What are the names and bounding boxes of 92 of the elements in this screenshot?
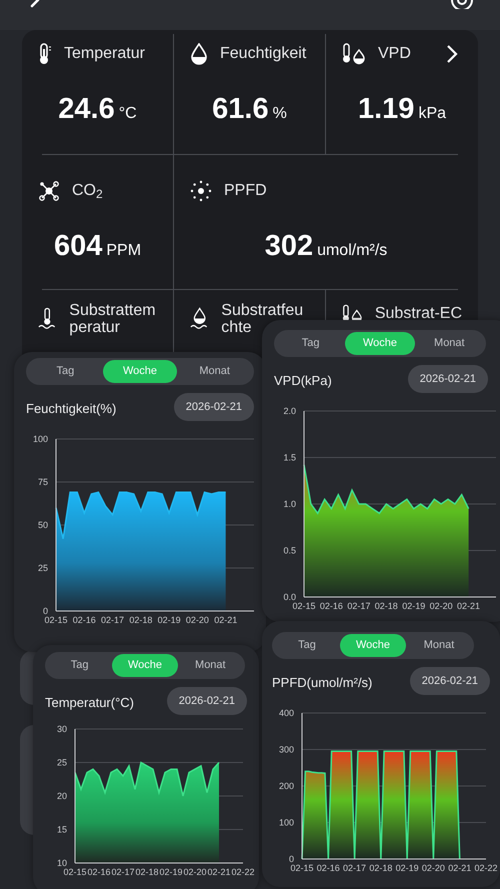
- sensor-value: 604: [54, 229, 102, 264]
- water-drop-icon: [190, 43, 208, 65]
- axis-tick-label: 100: [32, 434, 48, 444]
- unit-label: PPM: [106, 241, 142, 261]
- thermometer-waves-icon: [38, 306, 58, 332]
- period-tab[interactable]: Monat: [414, 332, 484, 355]
- axis-tick-label: 25: [56, 758, 67, 768]
- axis-tick-label: 50: [38, 520, 48, 530]
- axis-tick-label: 02-16: [72, 615, 96, 625]
- period-tab[interactable]: Monat: [178, 654, 243, 677]
- chart-title: Feuchtigkeit(%): [26, 400, 116, 418]
- axis-tick-label: 1.5: [283, 452, 296, 462]
- axis-tick-label: 02-22: [231, 867, 255, 877]
- sensor-value: 302: [264, 229, 314, 264]
- axis-tick-label: 02-15: [63, 867, 87, 877]
- axis-tick-label: 02-18: [135, 867, 159, 877]
- unit-label: kPa: [418, 104, 446, 124]
- axis-tick-label: 300: [278, 744, 294, 754]
- axis-tick-label: 02-15: [292, 601, 316, 611]
- axis-tick-label: 02-21: [207, 867, 231, 877]
- axis-tick-label: 400: [278, 708, 294, 718]
- settings-icon[interactable]: [450, 0, 474, 9]
- date-picker[interactable]: 2026-02-21: [174, 393, 254, 421]
- axis-tick-label: 02-20: [186, 615, 209, 625]
- axis-tick-label: 75: [38, 477, 48, 487]
- axis-tick-label: 02-19: [159, 867, 183, 877]
- sensor-label: PPFD: [224, 181, 267, 201]
- unit-label: %: [272, 104, 287, 124]
- sensor-label: Substrat-EC: [374, 304, 462, 324]
- chart-title: VPD(kPa): [274, 372, 332, 390]
- back-icon[interactable]: [28, 0, 40, 8]
- axis-tick-label: 02-18: [129, 615, 152, 625]
- chart-title: PPFD(umol/m²/s): [272, 674, 372, 692]
- axis-tick-label: 100: [278, 818, 294, 828]
- axis-tick-label: 10: [56, 858, 67, 868]
- axis-tick-label: 02-15: [290, 863, 314, 873]
- axis-tick-label: 02-22: [474, 863, 498, 873]
- sensor-value: 1.19: [358, 92, 414, 127]
- period-tab[interactable]: Tag: [47, 654, 112, 677]
- axis-tick-label: 02-21: [448, 863, 472, 873]
- axis-tick-label: 02-15: [44, 615, 68, 625]
- axis-tick-label: 30: [56, 724, 67, 734]
- thermometer-drop-icon: [342, 43, 366, 65]
- axis-tick-label: 02-19: [402, 601, 426, 611]
- axis-tick-label: 0: [42, 606, 48, 616]
- axis-tick-label: 0: [288, 854, 294, 864]
- drop-waves-icon: [190, 306, 210, 332]
- axis-tick-label: 02-17: [111, 867, 135, 877]
- molecule-icon: [38, 180, 60, 202]
- chart-title: Temperatur(°C): [45, 694, 134, 712]
- axis-tick-label: 02-17: [347, 601, 370, 611]
- axis-tick-label: 02-19: [396, 863, 419, 873]
- period-tab[interactable]: Tag: [28, 360, 103, 383]
- period-tab[interactable]: Monat: [177, 360, 252, 383]
- axis-tick-label: 02-20: [430, 601, 453, 611]
- period-tab[interactable]: Monat: [406, 634, 472, 657]
- axis-tick-label: 20: [56, 791, 67, 801]
- axis-tick-label: 15: [56, 824, 67, 834]
- axis-tick-label: 02-18: [369, 863, 392, 873]
- unit-label: umol/m²/s: [317, 241, 388, 261]
- axis-tick-label: 02-21: [214, 615, 238, 625]
- sensor-label: CO$_{2}$: [72, 181, 103, 203]
- axis-tick-label: 25: [38, 563, 48, 573]
- chevron-right-icon[interactable]: [446, 44, 458, 64]
- thermometer-icon: [38, 43, 52, 65]
- axis-tick-label: 02-20: [422, 863, 445, 873]
- axis-tick-label: 02-18: [374, 601, 398, 611]
- axis-tick-label: 02-17: [343, 863, 366, 873]
- axis-tick-label: 02-21: [457, 601, 480, 611]
- period-tab[interactable]: Tag: [274, 634, 340, 657]
- sensor-label: Substrattemperatur: [69, 302, 157, 336]
- axis-tick-label: 200: [278, 781, 294, 791]
- sensor-value: 24.6: [58, 92, 115, 127]
- unit-label: °C: [118, 104, 137, 124]
- axis-tick-label: 02-19: [158, 615, 181, 625]
- date-picker[interactable]: 2026-02-21: [408, 365, 488, 393]
- sensor-label: Feuchtigkeit: [220, 44, 306, 64]
- sensor-label: VPD: [378, 44, 411, 64]
- axis-tick-label: 1.0: [283, 499, 296, 509]
- axis-tick-label: 02-17: [101, 615, 124, 625]
- axis-tick-label: 02-20: [183, 867, 207, 877]
- date-picker[interactable]: 2026-02-21: [166, 687, 247, 715]
- sensor-label: Temperatur: [64, 44, 145, 64]
- axis-tick-label: 2.0: [283, 406, 296, 416]
- axis-tick-label: 02-16: [316, 863, 340, 873]
- date-picker[interactable]: 2026-02-21: [410, 667, 490, 695]
- sun-dots-icon: [190, 180, 212, 202]
- axis-tick-label: 0.0: [283, 592, 296, 602]
- sensor-value: 61.6: [212, 92, 269, 127]
- axis-tick-label: 02-16: [320, 601, 343, 611]
- axis-tick-label: 0.5: [283, 546, 296, 556]
- axis-tick-label: 02-16: [87, 867, 111, 877]
